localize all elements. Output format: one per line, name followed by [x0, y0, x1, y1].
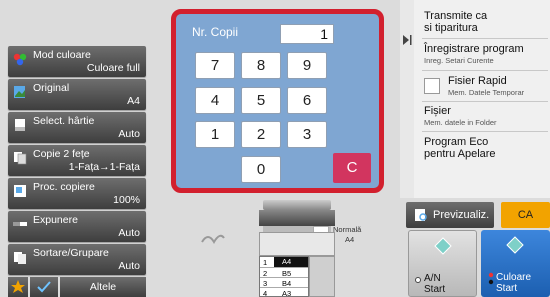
bw-start-sub: Start — [424, 284, 446, 295]
exposure-value: Auto — [118, 227, 140, 239]
exposure-icon — [13, 217, 27, 231]
color-mode-value: Culoare full — [86, 62, 140, 74]
duplex-value: 1-Fața→1-Fața — [68, 161, 140, 173]
copy-ratio-value: 100% — [113, 194, 140, 206]
register-program-sub: Inreg. Setari Curente — [424, 56, 494, 65]
color-mode-label: Mod culoare — [33, 49, 91, 61]
preview-label: Previzualiz. — [433, 209, 490, 221]
color-start-button[interactable]: Culoare Start — [481, 230, 550, 297]
check-icon — [37, 281, 51, 293]
copy-ratio-button[interactable]: Proc. copiere 100% — [8, 178, 146, 209]
key-4[interactable]: 4 — [195, 87, 235, 114]
divider — [422, 101, 548, 102]
copy-ratio-icon — [13, 184, 27, 198]
paper-select-value: Auto — [118, 128, 140, 140]
register-program-item[interactable]: Înregistrare program Inreg. Setari Curen… — [414, 40, 550, 68]
bw-start-label: A/N — [424, 273, 441, 284]
eco-program-title: Program Eco pentru Apelare — [424, 136, 496, 160]
key-1[interactable]: 1 — [195, 121, 235, 148]
key-6[interactable]: 6 — [287, 87, 327, 114]
key-0[interactable]: 0 — [241, 156, 281, 183]
preview-icon — [415, 209, 427, 221]
right-action-panel: Transmite ca si tiparitura Înregistrare … — [400, 0, 550, 198]
star-icon — [11, 280, 25, 293]
exposure-button[interactable]: Expunere Auto — [8, 211, 146, 242]
check-button[interactable] — [30, 277, 58, 297]
paper-select-button[interactable]: Select. hârtie Auto — [8, 112, 146, 143]
duplex-icon — [13, 151, 27, 165]
color-mode-icon — [13, 52, 27, 66]
key-7[interactable]: 7 — [195, 52, 235, 79]
sort-group-value: Auto — [118, 260, 140, 272]
output-tray-label: Normală — [333, 225, 362, 234]
color-start-diamond-icon — [506, 236, 524, 254]
original-button[interactable]: Original A4 — [8, 79, 146, 110]
exposure-label: Expunere — [33, 214, 78, 226]
send-and-print-item[interactable]: Transmite ca si tiparitura — [414, 6, 550, 36]
others-label: Altele — [89, 281, 117, 293]
key-2[interactable]: 2 — [241, 121, 281, 148]
original-icon — [13, 85, 27, 99]
preview-button[interactable]: Previzualiz. — [406, 202, 494, 228]
quick-file-sub: Mem. Datele Temporar — [448, 88, 525, 97]
paper-select-label: Select. hârtie — [33, 115, 95, 127]
collapse-arrow-icon — [403, 35, 412, 45]
file-title: Fișier — [424, 105, 451, 117]
paper-icon — [13, 118, 27, 132]
machine-cabinet — [309, 256, 335, 297]
color-mode-button[interactable]: Mod culoare Culoare full — [8, 46, 146, 77]
divider — [422, 38, 548, 39]
register-program-title: Înregistrare program — [424, 43, 524, 55]
key-8[interactable]: 8 — [241, 52, 281, 79]
sort-group-label: Sortare/Grupare — [33, 247, 109, 259]
key-9[interactable]: 9 — [287, 52, 327, 79]
sort-icon — [13, 250, 27, 264]
paper-tray-list: 1 A4 2 B5 3 B4 4 A3 — [259, 256, 309, 297]
color-start-sub: Start — [496, 283, 518, 294]
clear-key[interactable]: C — [333, 153, 371, 183]
file-item[interactable]: Fișier Mem. datele in Folder — [414, 103, 550, 129]
key-5[interactable]: 5 — [241, 87, 281, 114]
original-value: A4 — [127, 95, 140, 107]
bw-start-diamond-icon — [434, 237, 452, 255]
file-sub: Mem. datele in Folder — [424, 118, 497, 127]
clear-all-button[interactable]: CA — [501, 202, 550, 228]
color-dots-icon — [488, 272, 494, 285]
machine-top — [259, 210, 335, 226]
divider — [422, 70, 548, 71]
color-start-label: Culoare — [496, 272, 532, 283]
quick-file-title: Fisier Rapid — [448, 75, 507, 87]
copies-count-display[interactable]: 1 — [280, 24, 334, 44]
scan-wave-icon — [201, 234, 225, 244]
copy-ratio-label: Proc. copiere — [33, 181, 95, 193]
duplex-label: Copie 2 fețe — [33, 148, 90, 160]
favorites-button[interactable] — [8, 277, 28, 297]
tray-2[interactable]: 2 B5 — [260, 267, 308, 278]
copies-label: Nr. Copii — [192, 25, 239, 39]
others-button[interactable]: Altele — [60, 277, 146, 297]
bw-start-button[interactable]: A/N Start — [408, 230, 477, 297]
sort-group-button[interactable]: Sortare/Grupare Auto — [8, 244, 146, 275]
tray-4[interactable]: 4 A3 — [260, 287, 308, 297]
eco-program-item[interactable]: Program Eco pentru Apelare — [414, 133, 550, 161]
quick-file-item[interactable]: Fisier Rapid Mem. Datele Temporar — [414, 72, 550, 100]
duplex-button[interactable]: Copie 2 fețe 1-Fața→1-Fața — [8, 145, 146, 176]
output-tray-size: A4 — [345, 235, 355, 244]
original-label: Original — [33, 82, 70, 94]
scanner-lid — [263, 200, 331, 210]
panel-collapse-tab[interactable] — [400, 0, 414, 198]
machine-body — [259, 232, 335, 256]
copies-keypad-panel: Nr. Copii 1 7 8 9 4 5 6 1 2 3 0 C — [171, 9, 384, 193]
send-and-print-title: Transmite ca si tiparitura — [424, 10, 488, 34]
tray-3[interactable]: 3 B4 — [260, 277, 308, 288]
bw-indicator-icon — [415, 277, 421, 283]
quick-file-checkbox[interactable] — [424, 78, 440, 94]
divider — [422, 131, 548, 132]
tray-1[interactable]: 1 A4 — [260, 257, 308, 267]
key-3[interactable]: 3 — [287, 121, 327, 148]
